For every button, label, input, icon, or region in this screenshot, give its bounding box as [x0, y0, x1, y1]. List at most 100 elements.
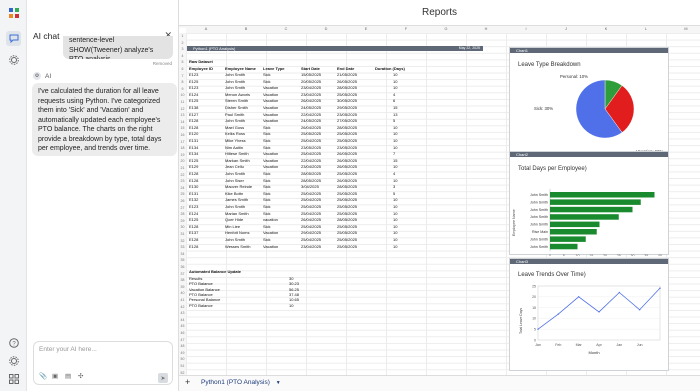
- table-cell: 25/04/2025: [301, 190, 322, 196]
- row-header: 23: [179, 178, 186, 185]
- table-cell: 4: [393, 91, 396, 97]
- table-cell: Sick: [263, 184, 271, 190]
- table-cell: E128: [189, 124, 199, 130]
- help-icon[interactable]: ?: [6, 335, 21, 350]
- table-cell: 25/05/2025: [337, 171, 358, 176]
- row-header: 34: [179, 250, 186, 258]
- row-header: 38: [179, 277, 186, 284]
- table-cell: Sick: [263, 190, 271, 196]
- row-header: 17: [179, 138, 186, 146]
- column-header-e: E: [346, 26, 386, 33]
- table-cell: E130: [189, 184, 199, 190]
- table-cell: Sick: [263, 204, 271, 209]
- table-cell: 10: [393, 124, 398, 130]
- balance-value: 56.25: [289, 286, 300, 292]
- table-cell: 6: [393, 98, 396, 104]
- row-header: 37: [179, 270, 186, 278]
- sheet-grid[interactable]: ABCDEFGHIJKLMN 1234567891011121314151617…: [179, 25, 700, 375]
- ai-message: I've calculated the duration for all lea…: [32, 83, 177, 156]
- table-cell: Hiltese Smith: [225, 151, 249, 157]
- row-header: 4: [179, 52, 186, 60]
- balance-value: 30.23: [289, 281, 300, 287]
- table-cell: vacation: [263, 217, 278, 223]
- table-cell: Sick: [263, 171, 271, 176]
- column-header-j: J: [546, 26, 586, 33]
- chart-panel-3[interactable]: Chart3 Leave Trends Over Time) 0 5 10 15 20 2…: [509, 258, 669, 371]
- table-cell: E124: [189, 210, 199, 216]
- line-y-tick: 5: [534, 328, 536, 332]
- line-y-tick: 20: [532, 295, 536, 299]
- table-cell: 10: [393, 243, 398, 249]
- line-point: [557, 313, 560, 315]
- bar: [550, 192, 655, 198]
- table-cell: 29/04/2025: [301, 230, 322, 236]
- bar-category-label: John Smith: [530, 223, 548, 227]
- balance-value: 37.48: [289, 291, 300, 297]
- row-header: 40: [179, 290, 186, 297]
- table-cell: 15/05/2025: [301, 72, 322, 77]
- column-header-d: D: [306, 26, 346, 33]
- table-cell: Sick: [263, 223, 271, 229]
- chart-panel-2[interactable]: Chart2 Total Days per Employee) Employee…: [509, 151, 669, 256]
- table-cell: 7: [393, 151, 396, 157]
- table-cell: 24/05/2025: [301, 118, 322, 124]
- grid-icon[interactable]: [6, 371, 21, 386]
- chart-panel-1[interactable]: Chart1 Leave Type Breakdown Personal: 10…: [509, 47, 669, 158]
- line-y-tick: 15: [532, 306, 536, 310]
- more-icon[interactable]: ✣: [78, 372, 83, 380]
- balance-label: Results: [189, 276, 203, 281]
- balance-value: 30: [289, 276, 294, 281]
- ai-label: AI: [45, 72, 52, 80]
- line-plot-area: [537, 285, 661, 341]
- table-cell: Steren Smith: [225, 98, 249, 104]
- table-cell: John Smith: [225, 171, 246, 176]
- table-cell: 24/05/2025: [301, 105, 322, 110]
- table-cell: E128: [189, 243, 199, 249]
- table-cell: Min Liee: [225, 223, 241, 229]
- table-cell: 3/04/2025: [301, 184, 319, 190]
- line-x-tick: Jun: [637, 343, 643, 347]
- table-cell: 21/05/2025: [337, 72, 358, 77]
- table-title: Python1 (PTO Analysis): [193, 46, 236, 51]
- table-cell: Vacation: [263, 151, 279, 157]
- column-header-c: C: [266, 26, 306, 33]
- sheet-tab[interactable]: Python1 (PTO Analysis) ▼: [201, 379, 281, 386]
- table-cell: 25/05/2025: [337, 223, 358, 229]
- table-cell: 13: [393, 111, 398, 117]
- table-cell: 26/05/2025: [337, 157, 358, 163]
- row-header: 24: [179, 184, 186, 192]
- attach-icon[interactable]: 📎: [39, 372, 47, 380]
- row-header: 35: [179, 257, 186, 264]
- table-cell: Marian Smith: [225, 210, 249, 216]
- row-header: 28: [179, 211, 186, 218]
- table-cell: Vacation: [263, 105, 279, 110]
- table-cell: 25/05/2025: [301, 131, 322, 137]
- send-button[interactable]: ➤: [158, 373, 168, 383]
- balance-label: Vacation Balance: [189, 286, 220, 292]
- image-icon[interactable]: ▣: [52, 372, 58, 380]
- gear-icon[interactable]: [6, 353, 21, 368]
- table-cell: Vacation: [263, 118, 279, 124]
- table-cell: 28/05/2025: [301, 171, 322, 176]
- table-cell: E128: [189, 118, 199, 124]
- table-cell: 10: [393, 237, 398, 242]
- table-cell: 10: [393, 177, 398, 183]
- table-cell: 25/05/2025: [337, 190, 358, 196]
- table-cell: 5: [393, 190, 396, 196]
- row-header: 6: [179, 66, 186, 73]
- line-x-tick: Feb: [555, 343, 561, 347]
- file-icon[interactable]: ▤: [65, 372, 71, 380]
- add-sheet-button[interactable]: +: [185, 377, 190, 387]
- table-cell: James Smith: [225, 197, 249, 203]
- settings-icon[interactable]: [6, 52, 21, 67]
- chat-icon[interactable]: [6, 31, 21, 46]
- pie-label-sick: Sick: 30%: [534, 106, 553, 111]
- table-cell: 20/05/2025: [301, 78, 322, 84]
- chat-input[interactable]: [39, 346, 159, 353]
- row-header: 1: [179, 33, 186, 40]
- row-header: 48: [179, 343, 186, 350]
- table-cell: 30/05/2025: [337, 98, 358, 104]
- table-cell: 10: [393, 144, 398, 150]
- bar: [550, 221, 600, 228]
- table-cell: Paul Smith: [225, 111, 245, 117]
